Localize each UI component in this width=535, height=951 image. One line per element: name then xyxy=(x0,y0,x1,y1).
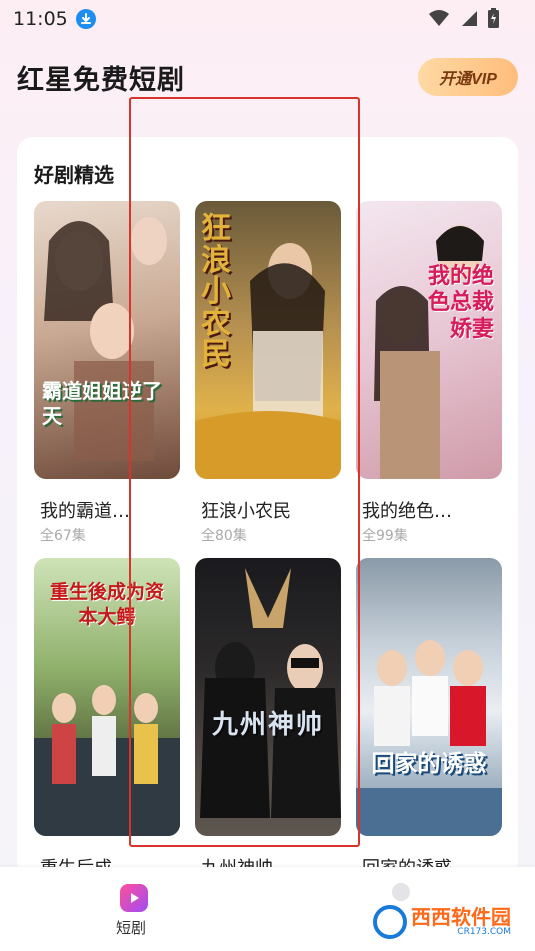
drama-item[interactable]: 狂浪小农民 狂浪小农民 全80集 xyxy=(195,201,341,545)
drama-poster[interactable]: 我的绝色总裁娇妻 xyxy=(356,201,502,479)
poster-title: 霸道姐姐逆了天 xyxy=(42,379,162,428)
watermark-logo xyxy=(373,905,407,939)
poster-art xyxy=(356,640,502,836)
poster-art xyxy=(44,217,167,461)
drama-poster[interactable]: 狂浪小农民 xyxy=(195,201,341,479)
section-title: 好剧精选 xyxy=(34,163,114,187)
drama-item[interactable]: 霸道姐姐逆了天 我的霸道… 全67集 xyxy=(34,201,180,545)
drama-item[interactable]: 重生後成为资本大鳄 重生后成… xyxy=(34,558,180,882)
poster-title: 回家的诱惑 xyxy=(371,750,487,777)
drama-title: 我的绝色… xyxy=(362,501,452,522)
signal-icon xyxy=(460,9,478,31)
app-title: 红星免费短剧 xyxy=(17,65,185,96)
featured-card: 好剧精选 霸道姐姐逆了天 我的霸道… 全67集 狂浪小农民 狂浪小农民 全80集… xyxy=(17,137,518,879)
status-bar: 11:05 xyxy=(0,0,535,36)
poster-title: 狂浪小农民 xyxy=(201,211,231,372)
episode-count: 全99集 xyxy=(362,528,408,544)
drama-title: 狂浪小农民 xyxy=(201,501,291,522)
drama-tab-icon[interactable] xyxy=(120,884,148,912)
tab-drama[interactable]: 短剧 xyxy=(116,917,146,938)
drama-title: 我的霸道… xyxy=(40,501,130,522)
watermark: 西西软件园 CR173.COM xyxy=(373,905,511,939)
status-time: 11:05 xyxy=(13,8,68,30)
drama-poster[interactable]: 回家的诱惑 xyxy=(356,558,502,836)
drama-item[interactable]: 我的绝色总裁娇妻 我的绝色… 全99集 xyxy=(356,201,502,545)
open-vip-button[interactable]: 开通VIP xyxy=(418,58,518,96)
drama-item[interactable]: 九州神帅 九州神帅 xyxy=(195,558,341,882)
wifi-icon xyxy=(428,9,450,31)
battery-icon xyxy=(488,8,499,32)
episode-count: 全80集 xyxy=(201,528,247,544)
poster-title: 我的绝色总裁娇妻 xyxy=(427,263,494,342)
watermark-brand: 西西软件园 xyxy=(411,905,511,929)
profile-icon[interactable] xyxy=(392,883,410,901)
bottom-nav: 短剧 西西软件园 CR173.COM xyxy=(0,867,535,951)
drama-poster[interactable]: 重生後成为资本大鳄 xyxy=(34,558,180,836)
drama-poster[interactable]: 霸道姐姐逆了天 xyxy=(34,201,180,479)
poster-title: 九州神帅 xyxy=(211,710,324,740)
episode-count: 全67集 xyxy=(40,528,86,544)
drama-item[interactable]: 回家的诱惑 回家的诱惑 xyxy=(356,558,502,882)
poster-title: 重生後成为资本大鳄 xyxy=(49,581,164,628)
download-icon xyxy=(76,9,96,29)
poster-art xyxy=(200,568,341,818)
drama-poster[interactable]: 九州神帅 xyxy=(195,558,341,836)
